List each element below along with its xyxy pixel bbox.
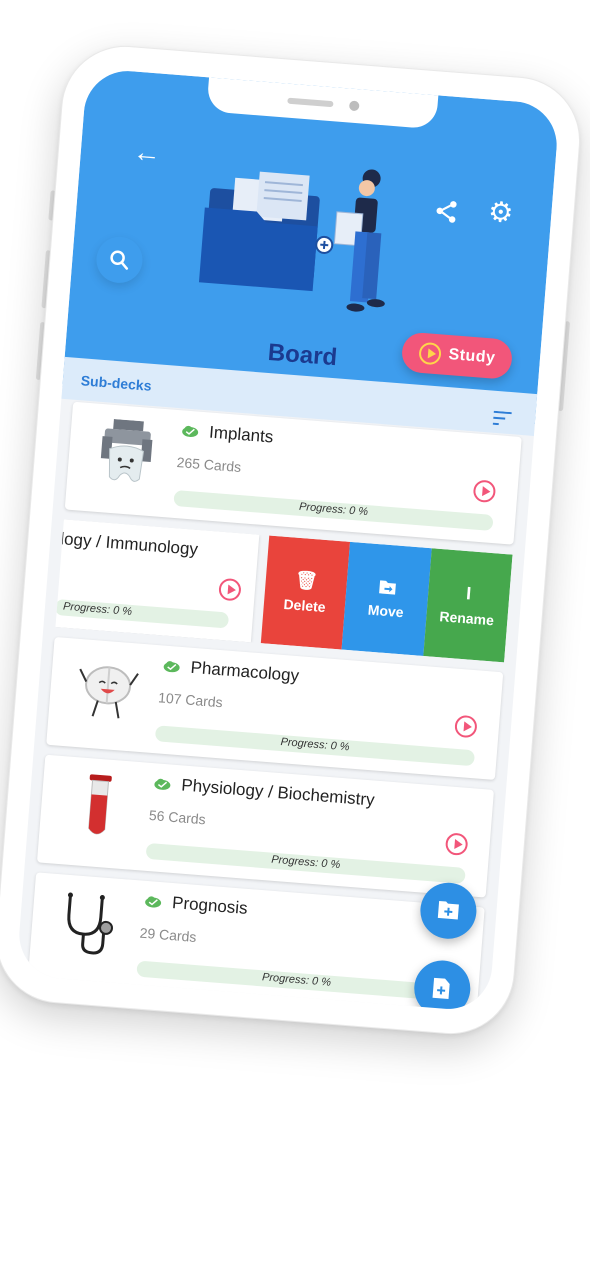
search-icon [110, 250, 129, 270]
deck-name: Prognosis [171, 893, 249, 918]
move-button[interactable]: Move [341, 541, 432, 656]
progress-label: Progress: 0 % [261, 971, 332, 989]
stethoscope-icon [67, 892, 114, 955]
file-plus-icon [432, 977, 450, 1000]
swipe-actions: 🗑 Delete Move I Rename [260, 535, 513, 663]
play-deck-button[interactable] [454, 714, 478, 739]
share-icon[interactable] [432, 197, 460, 229]
progress-label: Progress: 0 % [298, 500, 369, 519]
test-tube-icon [88, 774, 112, 835]
deck-name: logy / Immunology [59, 529, 199, 559]
folder-illustration [198, 169, 385, 312]
cloud-icon [182, 425, 199, 438]
text-cursor-icon: I [465, 583, 472, 604]
back-arrow-icon[interactable]: ← [132, 136, 162, 169]
sort-icon[interactable] [492, 410, 514, 427]
progress-bar: Progress: 0 % [154, 725, 476, 767]
speaker-icon [287, 97, 334, 108]
subdecks-label: Sub-decks [80, 372, 153, 394]
folder-plus-icon [437, 900, 459, 920]
deck-name: Pharmacology [189, 657, 300, 686]
move-folder-icon [379, 580, 396, 595]
play-deck-button[interactable] [444, 832, 469, 856]
deck-item[interactable]: Physiology / Biochemistry 56 Cards Progr… [36, 754, 495, 898]
move-label: Move [367, 601, 405, 621]
deck-card-count: 56 Cards [148, 806, 207, 828]
deck-name: Implants [208, 422, 275, 447]
phone-frame: ← ⚙ Study Board Sub-decks Implants 265 C… [0, 41, 585, 1039]
camera-icon [348, 100, 360, 112]
deck-item[interactable]: Pharmacology 107 Cards Progress: 0 % [46, 636, 504, 780]
app-screen: ← ⚙ Study Board Sub-decks Implants 265 C… [16, 67, 560, 1013]
progress-label: Progress: 0 % [270, 853, 341, 872]
progress-label: Progress: 0 % [280, 736, 350, 754]
cloud-icon [154, 778, 171, 790]
search-button[interactable] [95, 235, 144, 284]
phone-mockup: ← ⚙ Study Board Sub-decks Implants 265 C… [0, 41, 585, 1039]
progress-bar: Progress: 0 % [55, 598, 230, 629]
delete-button[interactable]: 🗑 Delete [260, 535, 351, 650]
pill-character-icon [79, 666, 139, 719]
rename-button[interactable]: I Rename [422, 548, 513, 663]
deck-item-swiped[interactable]: logy / Immunology Progress: 0 % 🗑 Delete [55, 519, 513, 663]
cloud-icon [145, 896, 162, 908]
deck-card-count: 265 Cards [176, 454, 242, 476]
gear-icon[interactable]: ⚙ [487, 196, 514, 229]
deck-card-count: 29 Cards [139, 924, 198, 946]
trash-icon: 🗑 [294, 569, 319, 592]
deck-name: Physiology / Biochemistry [180, 775, 376, 810]
progress-label: Progress: 0 % [62, 600, 133, 618]
progress-bar: Progress: 0 % [136, 960, 457, 1002]
progress-bar: Progress: 0 % [145, 842, 466, 884]
phone-notch [206, 77, 439, 130]
deck-header: ← ⚙ Study Board Sub-decks [61, 67, 560, 436]
deck-card-count: 107 Cards [157, 689, 224, 711]
deck-item-content: logy / Immunology Progress: 0 % [55, 519, 260, 643]
tooth-claw-icon [100, 418, 153, 482]
play-deck-button[interactable] [218, 577, 242, 602]
rename-label: Rename [438, 608, 495, 629]
delete-label: Delete [282, 595, 327, 616]
play-deck-button[interactable] [472, 479, 497, 504]
progress-bar: Progress: 0 % [173, 489, 494, 532]
cloud-icon [163, 661, 180, 673]
